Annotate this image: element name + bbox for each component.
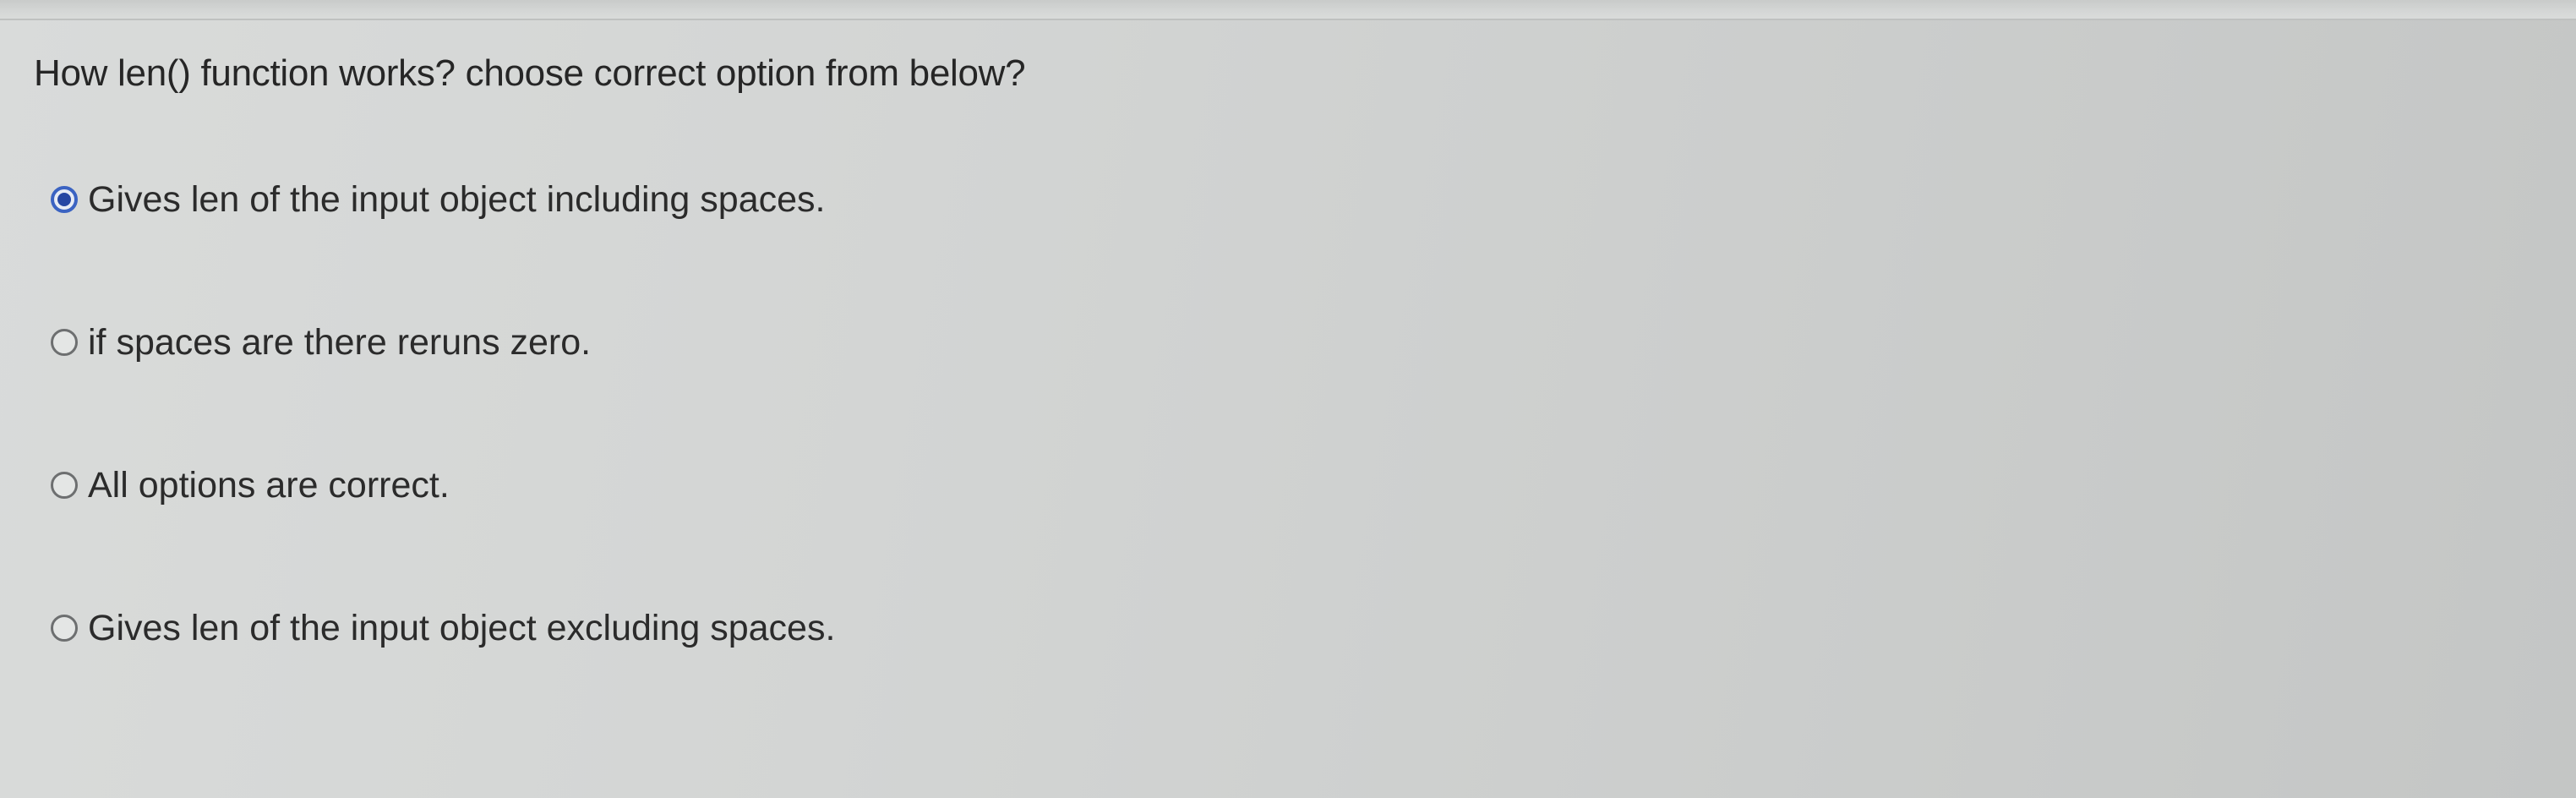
answer-options: Gives len of the input object including … [42, 169, 1310, 741]
radio-button[interactable] [51, 329, 78, 356]
radio-button[interactable] [51, 615, 78, 642]
radio-button-selected[interactable] [51, 186, 78, 213]
top-border [0, 0, 2576, 20]
option-label: if spaces are there reruns zero. [88, 321, 592, 363]
option-all-correct[interactable]: All options are correct. [42, 455, 1310, 516]
option-label: All options are correct. [88, 464, 450, 506]
question-text: How len() function works? choose correct… [34, 52, 1026, 94]
option-including-spaces[interactable]: Gives len of the input object including … [42, 169, 1310, 230]
radio-button[interactable] [51, 472, 78, 499]
option-reruns-zero[interactable]: if spaces are there reruns zero. [42, 312, 1310, 373]
option-label: Gives len of the input object excluding … [88, 607, 836, 648]
option-label: Gives len of the input object including … [88, 178, 826, 220]
option-excluding-spaces[interactable]: Gives len of the input object excluding … [42, 598, 1310, 659]
